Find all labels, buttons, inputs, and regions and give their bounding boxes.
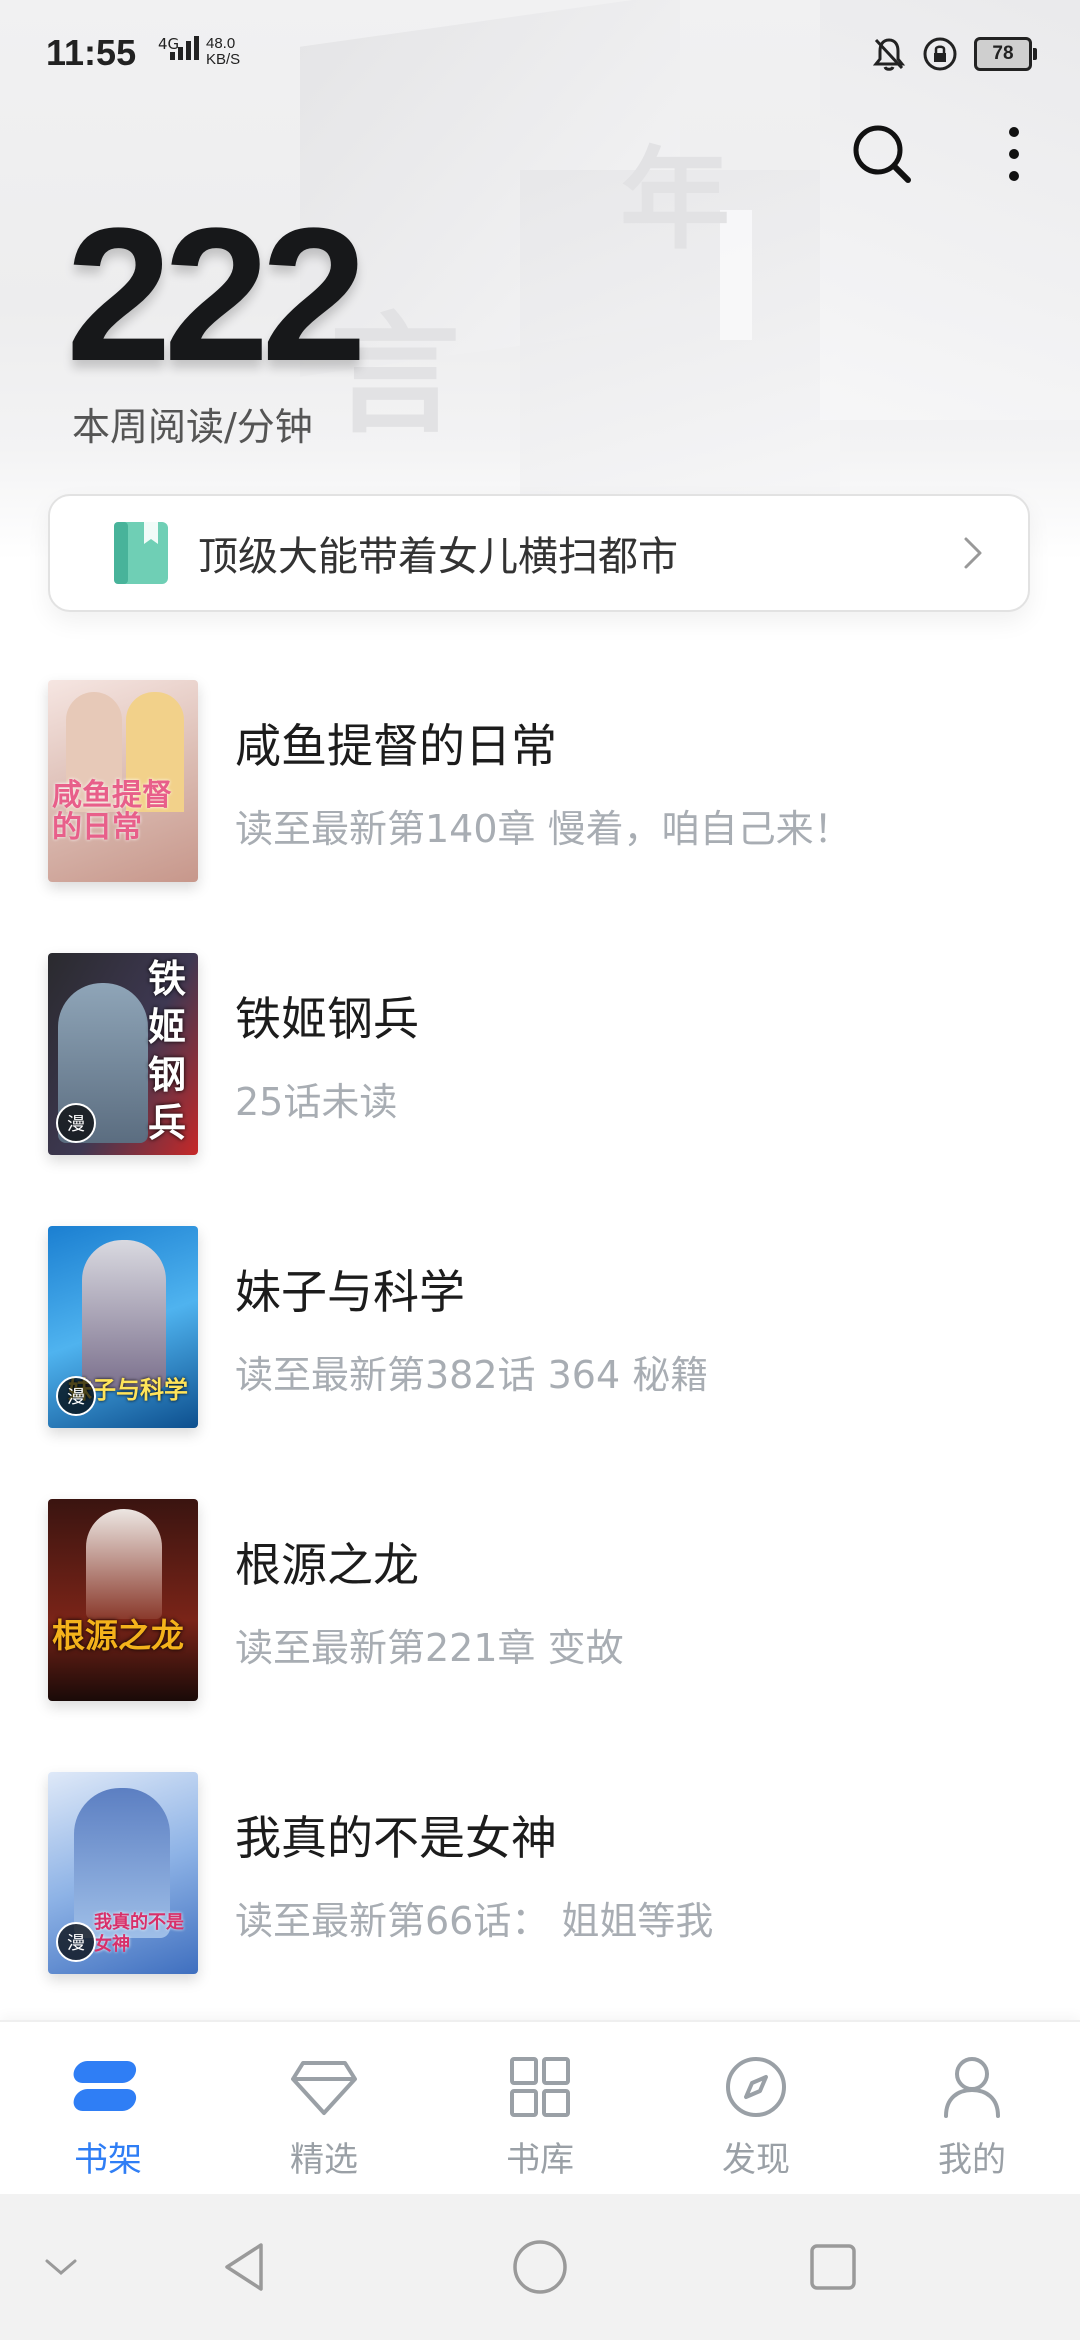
book-cover: 咸鱼提督的日常 [48, 680, 198, 882]
nav-label: 我的 [938, 2140, 1006, 2180]
status-bar: 11:55 4G 48.0 KB/S 78 [0, 0, 1080, 110]
system-navigation-bar [0, 2194, 1080, 2340]
recommendation-text: 顶级大能带着女儿横扫都市 [198, 534, 678, 580]
book-progress: 读至最新第66话： 姐姐等我 [235, 1899, 714, 1943]
book-progress: 25话未读 [235, 1080, 398, 1124]
cover-title: 我真的不是女神 [94, 1912, 184, 1955]
recents-square-icon [810, 2244, 856, 2290]
cover-title: 咸鱼提督的日常 [52, 778, 172, 845]
book-item[interactable]: 妹子与科学 漫 妹子与科学 读至最新第382话 364 秘籍 [0, 1226, 1080, 1436]
book-item[interactable]: 根源之龙 根源之龙 读至最新第221章 变故 [0, 1499, 1080, 1709]
system-recents-button[interactable] [798, 2232, 868, 2302]
comic-badge: 漫 [56, 1922, 96, 1962]
recommendation-banner[interactable]: 顶级大能带着女儿横扫都市 [48, 494, 1030, 612]
book-cover: 铁姬钢兵 漫 [48, 953, 198, 1155]
chevron-down-icon [45, 2259, 77, 2275]
compass-icon [720, 2054, 792, 2120]
home-circle-icon [513, 2240, 567, 2294]
nav-item-bookshelf[interactable]: 书架 [0, 2022, 216, 2196]
bookshelf-screen: 言 年 11:55 4G 48.0 KB/S 78 222 本周阅读/分钟 顶级… [0, 0, 1080, 2340]
nav-item-library[interactable]: 书库 [432, 2022, 648, 2196]
comic-badge: 漫 [56, 1103, 96, 1143]
more-menu-button[interactable] [978, 118, 1050, 190]
network-indicator: 4G [158, 36, 199, 60]
status-time: 11:55 [46, 32, 137, 73]
search-button[interactable] [846, 118, 918, 190]
book-progress: 读至最新第140章 慢着，咱自己来！ [235, 807, 852, 851]
system-hide-button[interactable] [26, 2232, 96, 2302]
cover-title: 铁姬钢兵 [148, 956, 187, 1145]
back-triangle-icon [225, 2243, 263, 2291]
more-vertical-icon [1009, 127, 1019, 181]
book-item[interactable]: 我真的不是女神 漫 我真的不是女神 读至最新第66话： 姐姐等我 [0, 1772, 1080, 1982]
book-progress: 读至最新第221章 变故 [235, 1626, 624, 1670]
book-item[interactable]: 铁姬钢兵 漫 铁姬钢兵 25话未读 [0, 953, 1080, 1163]
book-title: 我真的不是女神 [235, 1811, 557, 1865]
signal-icon [170, 36, 199, 60]
book-title: 咸鱼提督的日常 [235, 719, 557, 773]
comic-badge: 漫 [56, 1376, 96, 1416]
weekly-reading-minutes: 222 [66, 189, 367, 401]
book-icon [114, 522, 168, 584]
nav-item-featured[interactable]: 精选 [216, 2022, 432, 2196]
decor-char: 年 [620, 135, 730, 264]
system-home-button[interactable] [505, 2232, 575, 2302]
book-title: 铁姬钢兵 [235, 992, 419, 1046]
rotation-lock-icon [923, 37, 957, 71]
profile-icon [936, 2054, 1008, 2120]
book-cover: 根源之龙 [48, 1499, 198, 1701]
book-item[interactable]: 咸鱼提督的日常 咸鱼提督的日常 读至最新第140章 慢着，咱自己来！ [0, 680, 1080, 890]
grid-icon [504, 2054, 576, 2120]
cover-figure [86, 1509, 162, 1619]
bell-mute-icon [872, 38, 906, 71]
book-progress: 读至最新第382话 364 秘籍 [235, 1353, 709, 1397]
nav-item-profile[interactable]: 我的 [864, 2022, 1080, 2196]
book-title: 妹子与科学 [235, 1265, 465, 1319]
cover-figure [82, 1240, 166, 1390]
network-speed-value: 48.0 [206, 35, 236, 52]
bottom-navigation: 书架 精选 书库 发现 我的 [0, 2020, 1080, 2196]
cover-title: 根源之龙 [52, 1616, 184, 1655]
nav-label: 书库 [506, 2140, 574, 2180]
search-icon [853, 125, 911, 183]
nav-label: 书架 [74, 2140, 142, 2180]
chevron-right-icon [964, 537, 982, 569]
nav-item-discover[interactable]: 发现 [648, 2022, 864, 2196]
nav-label: 发现 [722, 2140, 790, 2180]
system-back-button[interactable] [210, 2232, 280, 2302]
diamond-icon [288, 2054, 360, 2120]
book-cover: 我真的不是女神 漫 [48, 1772, 198, 1974]
status-icons: 78 [872, 36, 1037, 72]
book-cover: 妹子与科学 漫 [48, 1226, 198, 1428]
network-speed: 48.0 KB/S [206, 36, 240, 68]
network-speed-unit: KB/S [206, 51, 241, 68]
bookshelf-icon [72, 2054, 144, 2120]
book-title: 根源之龙 [235, 1538, 419, 1592]
nav-label: 精选 [290, 2140, 358, 2180]
battery-indicator: 78 [974, 37, 1037, 71]
weekly-reading-label: 本周阅读/分钟 [72, 405, 313, 449]
